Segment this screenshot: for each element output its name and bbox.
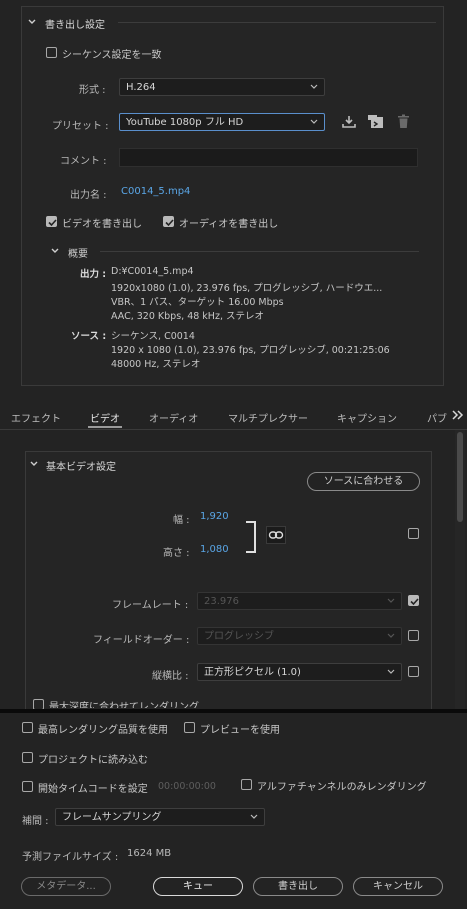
interpolation-label: 補間 : xyxy=(22,816,49,827)
summary-source-line: 1920 x 1080 (1.0), 23.976 fps, プログレッシブ, … xyxy=(111,345,390,356)
tab-multiplexer[interactable]: マルチプレクサー xyxy=(228,410,308,425)
import-project-checkbox[interactable] xyxy=(22,752,33,763)
field-order-checkbox[interactable] xyxy=(408,630,419,641)
alpha-only-label: アルファチャンネルのみレンダリング xyxy=(257,782,427,793)
tab-audio[interactable]: オーディオ xyxy=(149,410,198,425)
chevron-down-icon xyxy=(310,119,318,124)
width-value[interactable]: 1,920 xyxy=(200,511,229,522)
metadata-button[interactable]: メタデータ... xyxy=(21,877,111,896)
start-timecode-checkbox[interactable] xyxy=(22,781,33,792)
chevron-down-icon[interactable] xyxy=(50,246,60,256)
export-video-label: ビデオを書き出し xyxy=(62,219,142,230)
field-order-value: プログレッシブ xyxy=(204,631,274,642)
interpolation-select[interactable]: フレームサンプリング xyxy=(55,808,265,826)
link-bracket-icon xyxy=(246,521,256,553)
estimated-size-value: 1624 MB xyxy=(127,848,172,859)
start-timecode-label: 開始タイムコードを設定 xyxy=(38,784,148,795)
summary-output-line: VBR、1 パス、ターゲット 16.00 Mbps xyxy=(111,297,284,308)
summary-title: 概要 xyxy=(68,249,88,260)
match-sequence-checkbox[interactable] xyxy=(46,47,57,58)
tab-video[interactable]: ビデオ xyxy=(90,410,120,425)
tab-publish[interactable]: パブ xyxy=(427,410,447,425)
use-preview-label: プレビューを使用 xyxy=(200,725,280,736)
export-audio-checkbox[interactable] xyxy=(163,216,174,227)
aspect-label: 縦横比 : xyxy=(152,671,189,682)
tab-active-indicator xyxy=(88,426,122,428)
dimensions-override-checkbox[interactable] xyxy=(408,528,419,539)
output-name-link[interactable]: C0014_5.mp4 xyxy=(121,186,190,197)
timecode-value[interactable]: 00:00:00:00 xyxy=(158,781,216,792)
field-order-label: フィールドオーダー : xyxy=(93,635,190,646)
field-order-select[interactable]: プログレッシブ xyxy=(197,627,402,645)
width-label: 幅 : xyxy=(173,515,190,526)
import-project-label: プロジェクトに読み込む xyxy=(38,755,148,766)
use-preview-checkbox[interactable] xyxy=(184,722,195,733)
alpha-only-checkbox[interactable] xyxy=(241,779,252,790)
match-source-button[interactable]: ソースに合わせる xyxy=(307,472,420,491)
aspect-value: 正方形ピクセル (1.0) xyxy=(204,667,301,678)
divider xyxy=(0,429,467,430)
export-settings-title: 書き出し設定 xyxy=(45,20,105,31)
chevron-down-icon[interactable] xyxy=(29,459,39,469)
cancel-button[interactable]: キャンセル xyxy=(353,877,443,896)
comment-label: コメント : xyxy=(60,156,107,167)
format-value: H.264 xyxy=(126,82,156,93)
summary-output-line: 1920x1080 (1.0), 23.976 fps, プログレッシブ, ハー… xyxy=(111,283,383,294)
chevron-down-icon xyxy=(387,669,395,674)
max-render-quality-label: 最高レンダリング品質を使用 xyxy=(38,725,168,736)
summary-output-label: 出力 : xyxy=(80,269,107,280)
aspect-checkbox[interactable] xyxy=(408,666,419,677)
summary-source-line: 48000 Hz, ステレオ xyxy=(111,359,201,370)
aspect-select[interactable]: 正方形ピクセル (1.0) xyxy=(197,663,402,681)
output-name-label: 出力名 : xyxy=(70,190,107,201)
frame-rate-value: 23.976 xyxy=(204,596,239,607)
match-sequence-label: シーケンス設定を一致 xyxy=(62,50,162,61)
export-audio-label: オーディオを書き出し xyxy=(179,219,279,230)
video-section-title: 基本ビデオ設定 xyxy=(46,462,116,473)
preset-value: YouTube 1080p フル HD xyxy=(126,117,244,128)
comment-input[interactable] xyxy=(119,148,418,167)
chevron-down-icon xyxy=(387,598,395,603)
preset-label: プリセット : xyxy=(52,121,109,132)
format-label: 形式 : xyxy=(79,85,106,96)
export-button[interactable]: 書き出し xyxy=(253,877,343,896)
frame-rate-select[interactable]: 23.976 xyxy=(197,592,402,610)
summary-source-line: シーケンス, C0014 xyxy=(111,331,195,342)
summary-output-line: AAC, 320 Kbps, 48 kHz, ステレオ xyxy=(111,311,264,322)
format-select[interactable]: H.264 xyxy=(119,78,325,96)
interpolation-value: フレームサンプリング xyxy=(62,812,162,823)
save-preset-icon[interactable] xyxy=(341,115,357,129)
summary-source-label: ソース : xyxy=(71,331,107,342)
max-depth-label: 最大深度に合わせてレンダリング xyxy=(49,702,199,708)
summary-output-line: D:¥C0014_5.mp4 xyxy=(111,266,194,277)
delete-preset-icon[interactable] xyxy=(397,114,410,129)
link-dimensions-button[interactable] xyxy=(266,526,286,544)
tab-effects[interactable]: エフェクト xyxy=(11,410,61,425)
chevron-down-icon xyxy=(387,633,395,638)
frame-rate-label: フレームレート : xyxy=(112,600,189,611)
chevron-down-icon[interactable] xyxy=(27,17,37,27)
divider xyxy=(118,22,436,23)
chain-link-icon xyxy=(268,531,284,539)
scrollbar-thumb[interactable] xyxy=(457,432,463,522)
more-tabs-icon[interactable] xyxy=(452,410,464,420)
frame-rate-checkbox[interactable] xyxy=(408,595,419,606)
estimated-size-label: 予測ファイルサイズ : xyxy=(22,852,119,863)
tab-captions[interactable]: キャプション xyxy=(337,410,397,425)
max-render-quality-checkbox[interactable] xyxy=(22,722,33,733)
height-label: 高さ : xyxy=(163,548,190,559)
queue-button[interactable]: キュー xyxy=(153,877,243,896)
chevron-down-icon xyxy=(250,814,258,819)
import-preset-icon[interactable] xyxy=(367,114,385,129)
preset-select[interactable]: YouTube 1080p フル HD xyxy=(119,113,325,131)
chevron-down-icon xyxy=(310,84,318,89)
divider xyxy=(100,251,419,252)
height-value[interactable]: 1,080 xyxy=(200,544,229,555)
export-video-checkbox[interactable] xyxy=(46,216,57,227)
